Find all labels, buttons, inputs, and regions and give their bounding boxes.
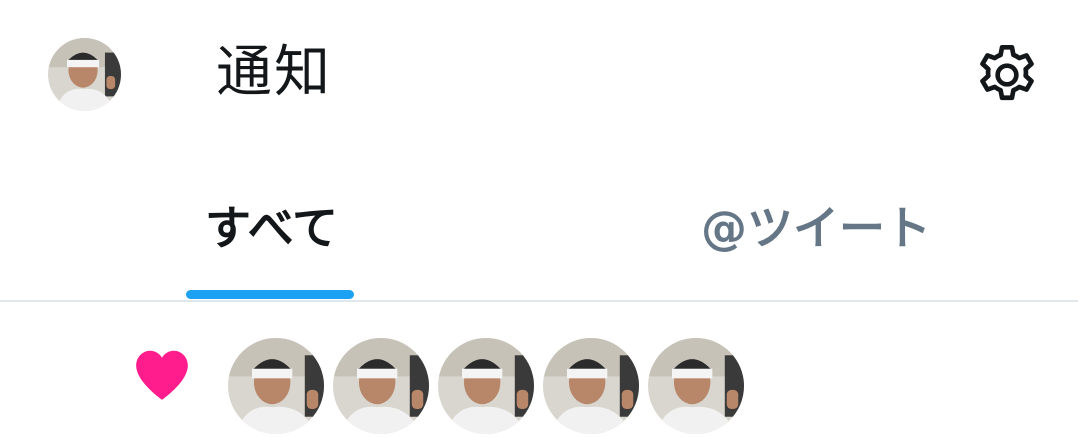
liker-avatar[interactable]	[438, 338, 534, 434]
avatar-image	[48, 38, 121, 111]
liker-avatar[interactable]	[648, 338, 744, 434]
liker-avatar[interactable]	[543, 338, 639, 434]
tab-all[interactable]: すべて	[0, 170, 539, 300]
profile-avatar[interactable]	[48, 38, 121, 111]
gear-icon	[980, 44, 1034, 101]
liker-avatar[interactable]	[228, 338, 324, 434]
page-title: 通知	[216, 40, 332, 105]
settings-button[interactable]	[972, 40, 1042, 110]
like-notification[interactable]	[0, 302, 1078, 438]
tab-all-label: すべて	[205, 201, 338, 255]
tab-bar: すべて @ツイート	[0, 170, 1078, 300]
tab-mentions[interactable]: @ツイート	[539, 170, 1078, 300]
heart-icon	[130, 344, 194, 406]
notifications-screen: 通知 すべて @ツイート	[0, 0, 1078, 438]
header: 通知	[0, 0, 1078, 150]
liker-avatar[interactable]	[333, 338, 429, 434]
active-tab-indicator	[186, 290, 354, 299]
tab-mentions-label: @ツイート	[701, 201, 931, 255]
